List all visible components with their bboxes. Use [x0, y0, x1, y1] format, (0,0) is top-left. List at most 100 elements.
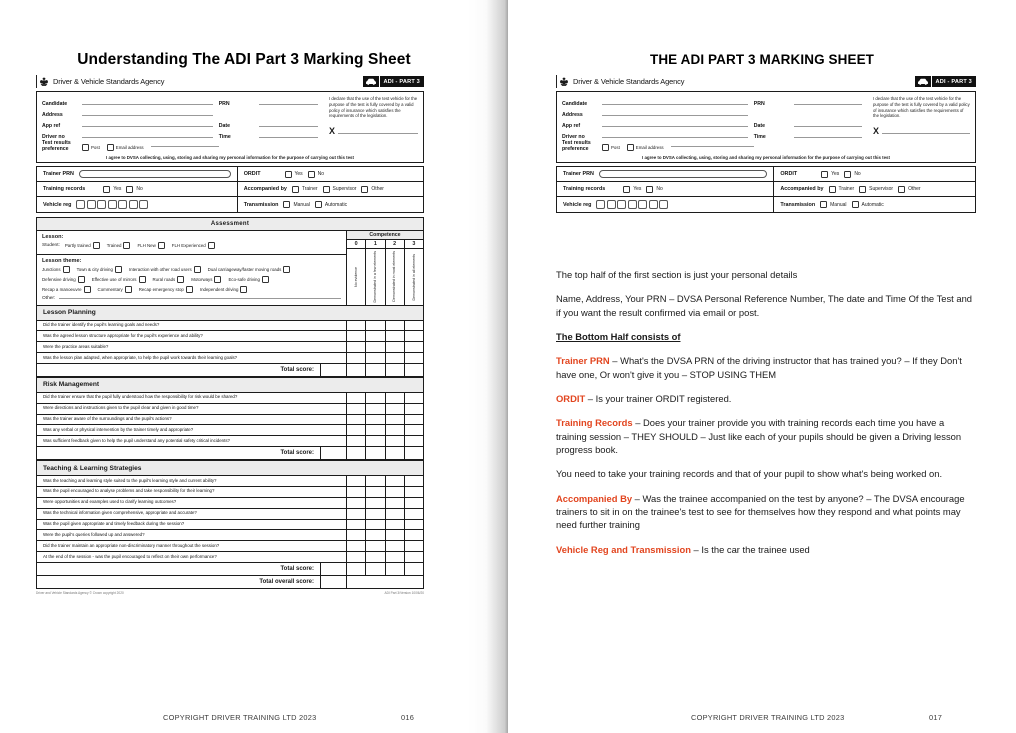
write-line[interactable] — [82, 115, 213, 116]
score-cell[interactable] — [366, 476, 386, 486]
total-score-slot[interactable] — [321, 447, 347, 460]
write-line[interactable] — [602, 104, 748, 105]
score-cell[interactable] — [347, 519, 367, 530]
vehicle-reg-cell[interactable] — [606, 200, 616, 209]
score-cell[interactable] — [386, 342, 405, 353]
student-option-flh-experienced[interactable]: FLH Experienced — [172, 242, 215, 249]
theme-option-motorways[interactable]: Motorways — [191, 276, 222, 283]
accompanied-option-other[interactable]: Other — [361, 185, 384, 193]
checkbox[interactable] — [123, 242, 131, 249]
theme-option-dual-carriageway-faster-moving-roads[interactable]: Dual carriageway/faster moving roads — [208, 266, 291, 273]
checkbox[interactable] — [177, 276, 185, 283]
vehicle-reg-cell[interactable] — [638, 200, 648, 209]
score-cell[interactable] — [366, 353, 386, 363]
checkbox[interactable] — [602, 143, 609, 151]
score-cell[interactable] — [405, 552, 423, 562]
write-line[interactable] — [793, 126, 862, 127]
score-cell[interactable] — [347, 541, 367, 552]
checkbox[interactable] — [898, 185, 906, 193]
score-cell[interactable] — [386, 486, 405, 497]
score-cell[interactable] — [366, 342, 386, 353]
score-cell[interactable] — [405, 364, 423, 376]
theme-option-effective-use-of-mirrors[interactable]: Effective use of mirrors — [92, 276, 146, 283]
transmission-option-automatic[interactable]: Automatic — [314, 201, 347, 208]
score-cell[interactable] — [366, 331, 386, 342]
score-cell[interactable] — [405, 415, 423, 425]
theme-option-recap-a-manoeuvre[interactable]: Recap a manoeuvre — [42, 286, 91, 293]
score-cell[interactable] — [347, 436, 367, 447]
student-option-flh-new[interactable]: FLH New — [137, 242, 165, 249]
accompanied-option-supervisor[interactable]: Supervisor — [322, 185, 356, 193]
checkbox[interactable] — [138, 276, 146, 283]
score-cell[interactable] — [386, 476, 405, 486]
score-cell[interactable] — [347, 552, 367, 562]
preference-option-post[interactable]: Post — [82, 143, 100, 151]
checkbox[interactable] — [821, 170, 829, 178]
score-cell[interactable] — [386, 552, 405, 562]
score-cell[interactable] — [405, 321, 423, 331]
score-cell[interactable] — [386, 447, 405, 460]
score-cell[interactable] — [366, 363, 386, 376]
score-cell[interactable] — [386, 363, 405, 376]
score-cell[interactable] — [386, 392, 405, 403]
write-line[interactable] — [150, 145, 219, 147]
training-records-option-yes[interactable]: Yes — [103, 185, 121, 193]
write-line[interactable] — [670, 145, 754, 147]
score-cell[interactable] — [347, 331, 367, 342]
score-cell[interactable] — [366, 486, 386, 497]
score-cell[interactable] — [366, 519, 386, 530]
score-cell[interactable] — [405, 425, 423, 435]
write-line[interactable] — [82, 137, 213, 138]
score-cell[interactable] — [405, 353, 423, 363]
score-cell[interactable] — [366, 425, 386, 436]
checkbox[interactable] — [820, 201, 828, 208]
vehicle-reg-input[interactable] — [76, 200, 149, 209]
write-line[interactable] — [258, 137, 318, 138]
preference-option-post[interactable]: Post — [602, 143, 620, 151]
theme-option-junctions[interactable]: Junctions — [42, 266, 70, 273]
write-line[interactable] — [602, 126, 748, 127]
theme-option-rural-roads[interactable]: Rural roads — [153, 276, 185, 283]
signature-line[interactable] — [338, 133, 418, 135]
score-cell[interactable] — [366, 392, 386, 403]
score-cell[interactable] — [386, 497, 405, 508]
score-cell[interactable] — [405, 541, 423, 551]
checkbox[interactable] — [859, 185, 867, 193]
score-cell[interactable] — [366, 436, 386, 447]
score-cell[interactable] — [386, 403, 405, 414]
checkbox[interactable] — [77, 276, 85, 283]
theme-option-independent-driving[interactable]: Independent driving — [200, 286, 248, 293]
score-cell[interactable] — [405, 476, 423, 486]
ordit-option-yes[interactable]: Yes — [821, 170, 839, 178]
write-line[interactable] — [82, 104, 213, 105]
vehicle-reg-cell[interactable] — [86, 200, 96, 209]
checkbox[interactable] — [214, 276, 222, 283]
score-cell[interactable] — [347, 363, 367, 376]
score-cell[interactable] — [386, 508, 405, 519]
ordit-option-no[interactable]: No — [844, 170, 861, 178]
theme-option-defensive-driving[interactable]: Defensive driving — [42, 276, 85, 283]
training-records-option-yes[interactable]: Yes — [623, 185, 641, 193]
score-cell[interactable] — [405, 498, 423, 508]
write-line[interactable] — [258, 104, 318, 105]
score-cell[interactable] — [366, 403, 386, 414]
vehicle-reg-cell[interactable] — [617, 200, 627, 209]
total-score-slot[interactable] — [321, 363, 347, 376]
score-cell[interactable] — [386, 425, 405, 436]
score-cell[interactable] — [347, 414, 367, 425]
checkbox[interactable] — [83, 286, 91, 293]
vehicle-reg-cell[interactable] — [107, 200, 117, 209]
checkbox[interactable] — [103, 185, 111, 193]
transmission-option-manual[interactable]: Manual — [283, 201, 310, 208]
write-line[interactable] — [793, 104, 862, 105]
ordit-option-yes[interactable]: Yes — [284, 170, 303, 178]
score-cell[interactable] — [366, 320, 386, 331]
checkbox[interactable] — [851, 201, 859, 208]
score-cell[interactable] — [366, 562, 386, 575]
score-cell[interactable] — [347, 403, 367, 414]
vehicle-reg-cell[interactable] — [648, 200, 658, 209]
score-cell[interactable] — [405, 342, 423, 352]
score-cell[interactable] — [405, 530, 423, 540]
score-cell[interactable] — [405, 487, 423, 497]
score-cell[interactable] — [366, 414, 386, 425]
